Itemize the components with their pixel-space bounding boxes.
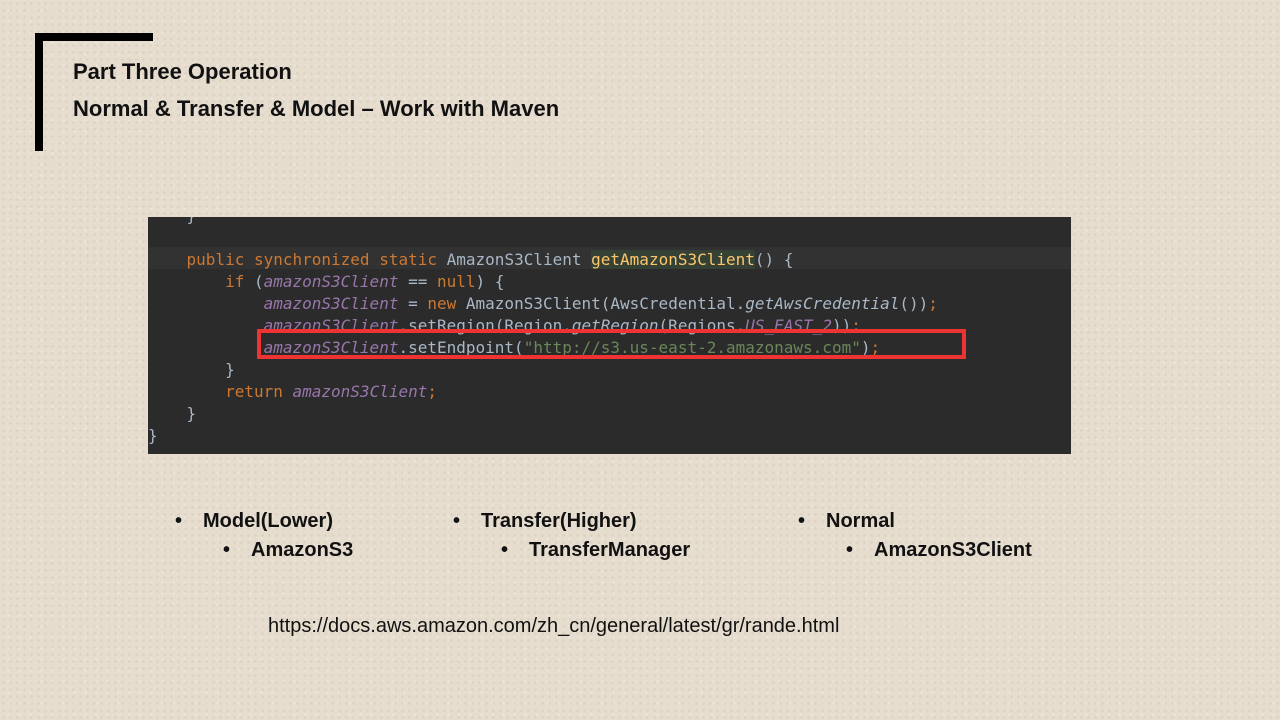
method-name: getAmazonS3Client [591, 250, 755, 269]
reference-link[interactable]: https://docs.aws.amazon.com/zh_cn/genera… [268, 615, 839, 638]
title-bracket-vertical [35, 33, 43, 151]
code-line-0: } [148, 217, 938, 227]
column-model-heading: • Model(Lower) [175, 510, 333, 532]
column-normal-item: • AmazonS3Client [846, 539, 1032, 561]
code-line-8: } [148, 404, 197, 423]
code-line-3: amazonS3Client = new AmazonS3Client(AwsC… [263, 294, 938, 313]
slide-title-line2: Normal & Transfer & Model – Work with Ma… [73, 96, 560, 121]
column-transfer-item: • TransferManager [501, 539, 691, 561]
title-bracket-horizontal [35, 33, 153, 41]
slide-title-line1: Part Three Operation [73, 59, 292, 84]
code-line-6: } [148, 360, 235, 379]
code-line-9: } [148, 426, 158, 445]
column-normal-heading: • Normal [798, 510, 895, 532]
code-line-7: return amazonS3Client; [225, 382, 437, 401]
column-transfer-heading: • Transfer(Higher) [453, 510, 637, 532]
column-model-item: • AmazonS3 [223, 539, 354, 561]
highlight-box-set-endpoint [257, 329, 966, 359]
code-line-1: public synchronized static AmazonS3Clien… [186, 250, 794, 269]
code-line-2: if (amazonS3Client == null) { [225, 272, 505, 291]
